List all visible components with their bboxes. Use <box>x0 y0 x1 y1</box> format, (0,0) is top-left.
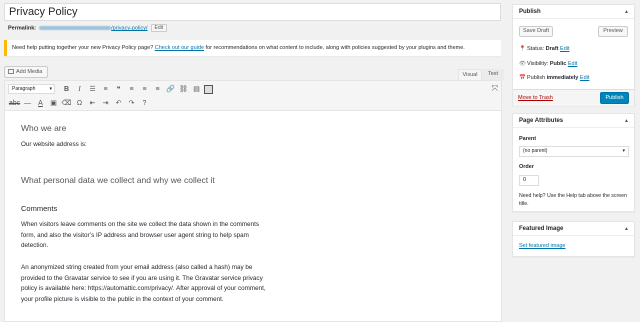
align-left-icon[interactable]: ≡ <box>125 84 138 95</box>
bullet-list-icon[interactable]: ☰ <box>86 84 99 95</box>
blockquote-icon[interactable]: ❝ <box>112 84 125 95</box>
strikethrough-icon[interactable]: abc <box>8 98 21 109</box>
media-icon <box>8 69 14 74</box>
publish-date-label: Publish <box>527 75 546 81</box>
visibility-edit-link[interactable]: Edit <box>568 61 577 67</box>
page-attributes-title: Page Attributes <box>519 118 564 124</box>
paste-text-icon[interactable]: ▣ <box>47 98 60 109</box>
toolbar-toggle-icon[interactable] <box>204 84 213 94</box>
permalink-domain-redacted <box>39 25 112 30</box>
unlink-icon[interactable]: ⛓ <box>177 84 190 95</box>
paragraph-comments-1: When visitors leave comments on the site… <box>21 221 259 249</box>
help-icon[interactable]: ? <box>138 98 151 109</box>
privacy-guide-notice: Need help putting together your new Priv… <box>4 40 501 56</box>
publish-date-value: immediately <box>546 75 579 81</box>
visibility-label: Visibility: <box>527 61 549 67</box>
order-input[interactable]: 0 <box>519 175 539 186</box>
permalink-edit-button[interactable]: Edit <box>150 24 168 32</box>
special-character-icon[interactable]: Ω <box>73 98 86 109</box>
toolbar-row-2: abc — A ▣ ⌫ Ω ⇤ ⇥ ↶ ↷ ? <box>8 97 151 109</box>
notice-text-before: Need help putting together your new Priv… <box>12 45 155 51</box>
collapse-arrow-icon[interactable]: ▲ <box>624 114 629 128</box>
move-to-trash-link[interactable]: Move to Trash <box>518 95 553 101</box>
text-color-icon[interactable]: A <box>34 98 47 109</box>
tab-visual[interactable]: Visual <box>458 69 482 80</box>
status-value: Draft <box>545 46 559 52</box>
heading-who-we-are: Who we are <box>21 123 67 133</box>
post-title-input[interactable] <box>4 3 501 21</box>
featured-image-box: Featured Image ▲ Set featured image <box>512 221 635 257</box>
publish-box-header[interactable]: Publish ▲ <box>513 5 634 19</box>
status-row: 📍Status: Draft Edit <box>519 45 570 54</box>
visibility-value: Public <box>549 61 567 67</box>
numbered-list-icon[interactable]: ≡ <box>99 84 112 95</box>
permalink-slug-link[interactable]: /privacy-policy/ <box>111 25 147 31</box>
calendar-icon: 📅 <box>519 75 526 81</box>
italic-icon[interactable]: I <box>73 84 86 95</box>
redo-icon[interactable]: ↷ <box>125 98 138 109</box>
notice-text-after: for recommendations on what content to i… <box>204 45 465 51</box>
publish-box: Publish ▲ Save Draft Preview 📍Status: Dr… <box>512 4 635 106</box>
add-media-button[interactable]: Add Media <box>4 66 48 78</box>
publish-date-edit-link[interactable]: Edit <box>580 75 589 81</box>
featured-image-header[interactable]: Featured Image ▲ <box>513 222 634 236</box>
page-attributes-header[interactable]: Page Attributes ▲ <box>513 114 634 128</box>
collapse-arrow-icon[interactable]: ▲ <box>624 5 629 19</box>
heading-personal-data: What personal data we collect and why we… <box>21 175 215 185</box>
editor-content[interactable]: Who we are Our website address is: What … <box>4 111 502 322</box>
page-attributes-box: Page Attributes ▲ Parent (no parent) Ord… <box>512 113 635 212</box>
publish-button[interactable]: Publish <box>600 92 629 104</box>
notice-guide-link[interactable]: Check out our guide <box>155 45 204 51</box>
featured-image-title: Featured Image <box>519 226 564 232</box>
publish-box-title: Publish <box>519 9 541 15</box>
align-right-icon[interactable]: ≡ <box>151 84 164 95</box>
page-attributes-help: Need help? Use the Help tab above the sc… <box>519 193 627 207</box>
permalink-label: Permalink: <box>8 25 37 32</box>
toolbar-row-1: Paragraph B I ☰ ≡ ❝ ≡ ≡ ≡ 🔗 ⛓ ▤ <box>8 83 213 95</box>
align-center-icon[interactable]: ≡ <box>138 84 151 95</box>
bold-icon[interactable]: B <box>60 84 73 95</box>
tab-text[interactable]: Text <box>482 69 504 80</box>
status-label: Status: <box>527 46 545 52</box>
add-media-label: Add Media <box>16 69 43 75</box>
order-label: Order <box>519 164 534 170</box>
status-edit-link[interactable]: Edit <box>560 46 569 52</box>
paragraph-comments-2: An anonymized string created from your e… <box>21 264 266 303</box>
indent-icon[interactable]: ⇥ <box>99 98 112 109</box>
save-draft-button[interactable]: Save Draft <box>519 26 553 37</box>
pin-icon: 📍 <box>519 46 526 52</box>
clear-formatting-icon[interactable]: ⌫ <box>60 98 73 109</box>
preview-button[interactable]: Preview <box>598 26 628 37</box>
eye-icon: 👁 <box>519 61 526 67</box>
parent-select[interactable]: (no parent) <box>519 146 629 157</box>
publish-date-row: 📅Publish immediately Edit <box>519 74 589 83</box>
link-icon[interactable]: 🔗 <box>164 84 177 95</box>
parent-label: Parent <box>519 136 537 142</box>
outdent-icon[interactable]: ⇤ <box>86 98 99 109</box>
permalink-row: Permalink: /privacy-policy/Edit <box>8 24 168 33</box>
set-featured-image-link[interactable]: Set featured image <box>519 243 565 249</box>
heading-comments: Comments <box>21 204 58 213</box>
visibility-row: 👁Visibility: Public Edit <box>519 60 577 69</box>
horizontal-line-icon[interactable]: — <box>21 98 34 109</box>
read-more-icon[interactable]: ▤ <box>190 84 203 95</box>
fullscreen-icon[interactable]: ⤧ <box>492 84 498 94</box>
publish-actions: Move to Trash Publish <box>513 89 634 106</box>
collapse-arrow-icon[interactable]: ▲ <box>624 222 629 236</box>
format-select[interactable]: Paragraph <box>8 84 55 94</box>
paragraph-address: Our website address is: <box>21 141 87 148</box>
editor-toolbar: Paragraph B I ☰ ≡ ❝ ≡ ≡ ≡ 🔗 ⛓ ▤ abc — A … <box>4 80 502 111</box>
undo-icon[interactable]: ↶ <box>112 98 125 109</box>
